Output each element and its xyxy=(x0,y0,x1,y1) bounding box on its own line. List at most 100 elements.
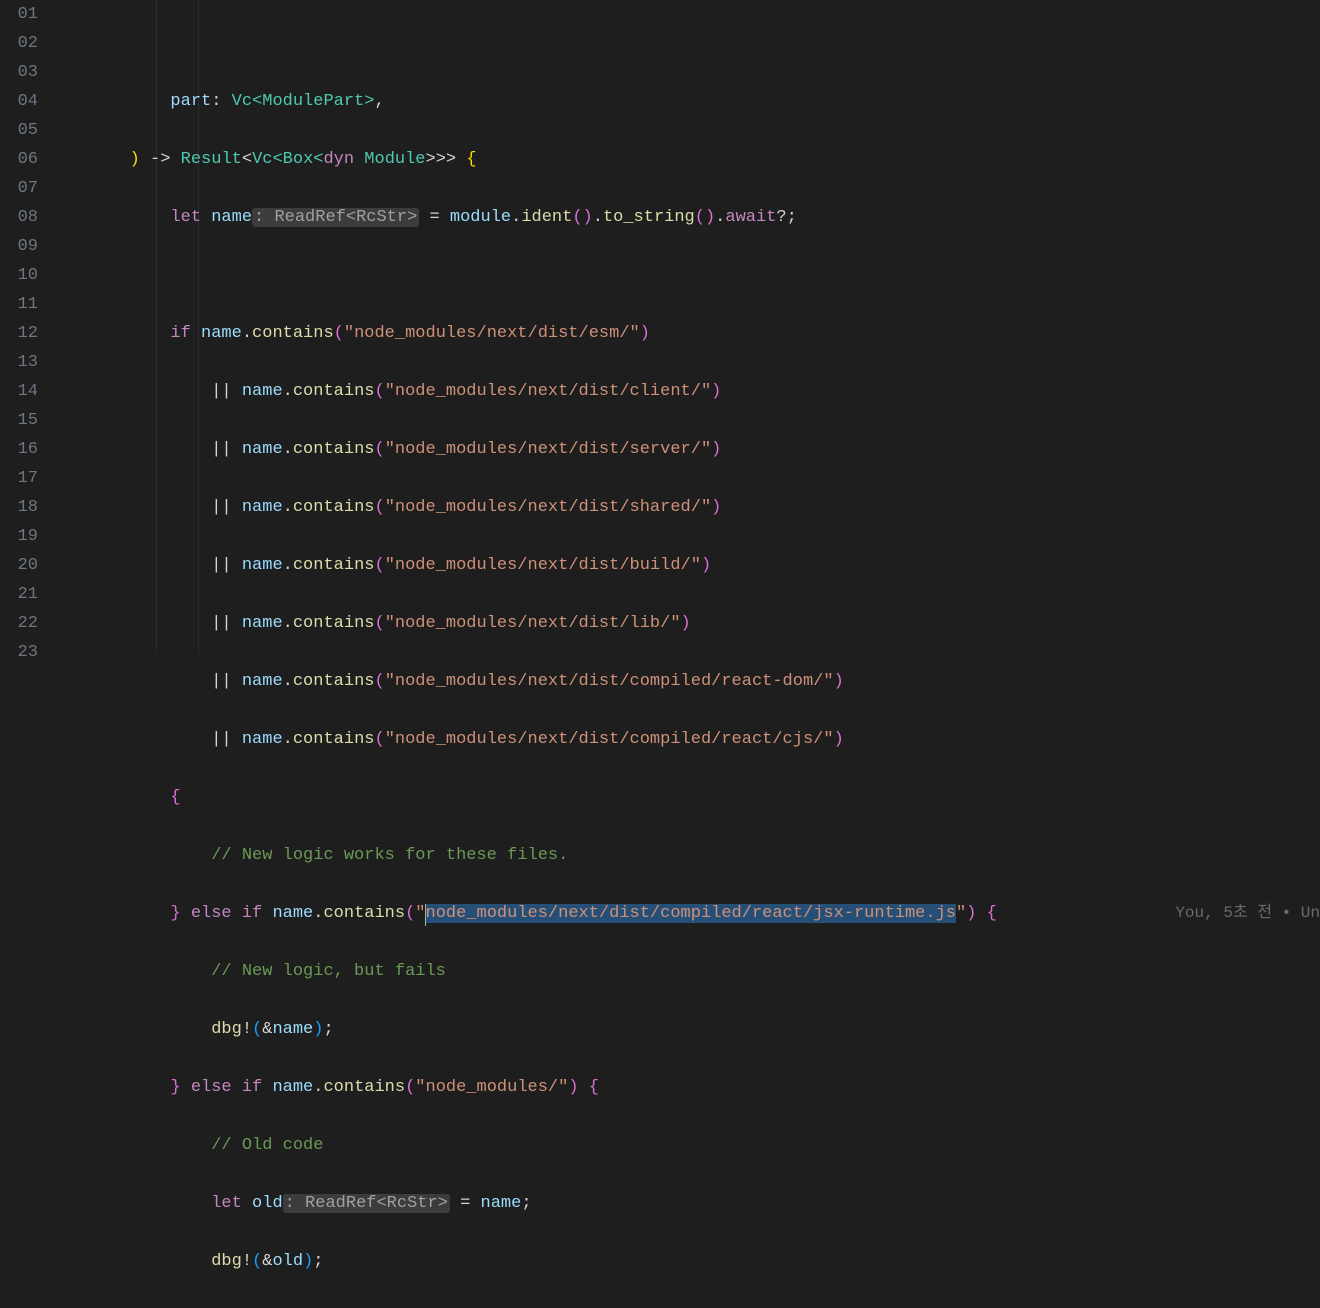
string-literal: "node_modules/" xyxy=(415,1078,568,1097)
code-line[interactable]: let name: ReadRef<RcStr> = module.ident(… xyxy=(48,203,1320,232)
method-call: contains xyxy=(252,324,334,343)
method-call: contains xyxy=(293,614,375,633)
keyword-else-if: else if xyxy=(181,904,273,923)
code-line[interactable]: || name.contains("node_modules/next/dist… xyxy=(48,377,1320,406)
type-result: Result xyxy=(181,150,242,169)
operator-or: || xyxy=(211,556,242,575)
code-line[interactable]: // New logic works for these files. xyxy=(48,841,1320,870)
string-literal: "node_modules/next/dist/compiled/react-d… xyxy=(385,672,834,691)
variable-name: name xyxy=(272,1020,313,1039)
line-number: 14 xyxy=(0,377,38,406)
string-literal: "node_modules/next/dist/server/" xyxy=(385,440,711,459)
line-number: 09 xyxy=(0,232,38,261)
method-call: to_string xyxy=(603,208,695,227)
macro-call: dbg! xyxy=(211,1252,252,1271)
code-area[interactable]: part: Vc<ModulePart>, ) -> Result<Vc<Box… xyxy=(48,0,1320,654)
line-number: 03 xyxy=(0,58,38,87)
type-annotation: Vc<ModulePart> xyxy=(232,92,375,111)
code-line[interactable]: } else if name.contains("node_modules/ne… xyxy=(48,899,1320,928)
operator-or: || xyxy=(211,382,242,401)
operator-or: || xyxy=(211,730,242,749)
code-line[interactable]: dbg!(&old); xyxy=(48,1247,1320,1276)
variable-name: name xyxy=(272,904,313,923)
line-number: 01 xyxy=(0,0,38,29)
line-number: 16 xyxy=(0,435,38,464)
operator-or: || xyxy=(211,614,242,633)
line-number: 05 xyxy=(0,116,38,145)
method-call: contains xyxy=(293,672,375,691)
code-line[interactable]: || name.contains("node_modules/next/dist… xyxy=(48,435,1320,464)
type-inner: Vc<Box< xyxy=(252,150,323,169)
equals: = xyxy=(419,208,450,227)
operator-or: || xyxy=(211,498,242,517)
code-line[interactable]: dbg!(&name); xyxy=(48,1015,1320,1044)
variable-old: old xyxy=(272,1252,303,1271)
variable-name: name xyxy=(481,1194,522,1213)
line-number: 12 xyxy=(0,319,38,348)
keyword-let: let xyxy=(211,1194,252,1213)
variable-name: name xyxy=(242,730,283,749)
line-number: 21 xyxy=(0,580,38,609)
method-call: contains xyxy=(293,556,375,575)
keyword-await: await xyxy=(725,208,776,227)
code-line[interactable]: // Old code xyxy=(48,1131,1320,1160)
return-arrow: -> xyxy=(140,150,181,169)
code-line[interactable]: ) -> Result<Vc<Box<dyn Module>>> { xyxy=(48,145,1320,174)
variable-name: name xyxy=(242,440,283,459)
line-number: 15 xyxy=(0,406,38,435)
variable-name: name xyxy=(211,208,252,227)
variable-name: name xyxy=(201,324,242,343)
code-line[interactable]: || name.contains("node_modules/next/dist… xyxy=(48,725,1320,754)
code-line[interactable]: let old: ReadRef<RcStr> = name; xyxy=(48,1189,1320,1218)
variable-old: old xyxy=(252,1194,283,1213)
line-number: 08 xyxy=(0,203,38,232)
variable-name: name xyxy=(272,1078,313,1097)
macro-call: dbg! xyxy=(211,1020,252,1039)
code-line[interactable]: if name.contains("node_modules/next/dist… xyxy=(48,319,1320,348)
comment: // New logic, but fails xyxy=(211,962,446,981)
line-number: 02 xyxy=(0,29,38,58)
code-line[interactable] xyxy=(48,261,1320,290)
string-quote: " xyxy=(956,904,966,923)
string-literal: "node_modules/next/dist/build/" xyxy=(385,556,701,575)
keyword-else-if: else if xyxy=(181,1078,273,1097)
method-call: contains xyxy=(323,1078,405,1097)
method-call: contains xyxy=(293,382,375,401)
code-line[interactable]: return Ok(Vc::upcast(EcmascriptModulePar… xyxy=(48,1305,1320,1308)
line-number: 07 xyxy=(0,174,38,203)
code-line[interactable]: } else if name.contains("node_modules/")… xyxy=(48,1073,1320,1102)
line-number: 19 xyxy=(0,522,38,551)
method-call: contains xyxy=(323,904,405,923)
line-number: 20 xyxy=(0,551,38,580)
method-call: ident xyxy=(521,208,572,227)
code-line[interactable]: || name.contains("node_modules/next/dist… xyxy=(48,493,1320,522)
string-literal: "node_modules/next/dist/lib/" xyxy=(385,614,681,633)
operator-or: || xyxy=(211,440,242,459)
string-literal: "node_modules/next/dist/esm/" xyxy=(344,324,640,343)
inlay-hint: : ReadRef<RcStr> xyxy=(283,1194,450,1213)
variable-name: name xyxy=(242,382,283,401)
type-generics-close: >>> xyxy=(426,150,457,169)
code-line[interactable]: // New logic, but fails xyxy=(48,957,1320,986)
variable-name: name xyxy=(242,614,283,633)
code-line[interactable]: || name.contains("node_modules/next/dist… xyxy=(48,551,1320,580)
parameter-name: part xyxy=(170,92,211,111)
code-line[interactable]: || name.contains("node_modules/next/dist… xyxy=(48,609,1320,638)
comment: // New logic works for these files. xyxy=(211,846,568,865)
method-call: contains xyxy=(293,730,375,749)
string-literal: "node_modules/next/dist/shared/" xyxy=(385,498,711,517)
line-number: 06 xyxy=(0,145,38,174)
line-number: 11 xyxy=(0,290,38,319)
line-number: 17 xyxy=(0,464,38,493)
code-line[interactable]: part: Vc<ModulePart>, xyxy=(48,87,1320,116)
code-line[interactable]: || name.contains("node_modules/next/dist… xyxy=(48,667,1320,696)
method-call: contains xyxy=(293,498,375,517)
code-editor[interactable]: 01 02 03 04 05 06 07 08 09 10 11 12 13 1… xyxy=(0,0,1320,654)
keyword-if: if xyxy=(170,324,201,343)
code-line[interactable]: { xyxy=(48,783,1320,812)
keyword-let: let xyxy=(170,208,211,227)
variable-module: module xyxy=(450,208,511,227)
type-module: Module xyxy=(364,150,425,169)
variable-name: name xyxy=(242,672,283,691)
line-number: 04 xyxy=(0,87,38,116)
